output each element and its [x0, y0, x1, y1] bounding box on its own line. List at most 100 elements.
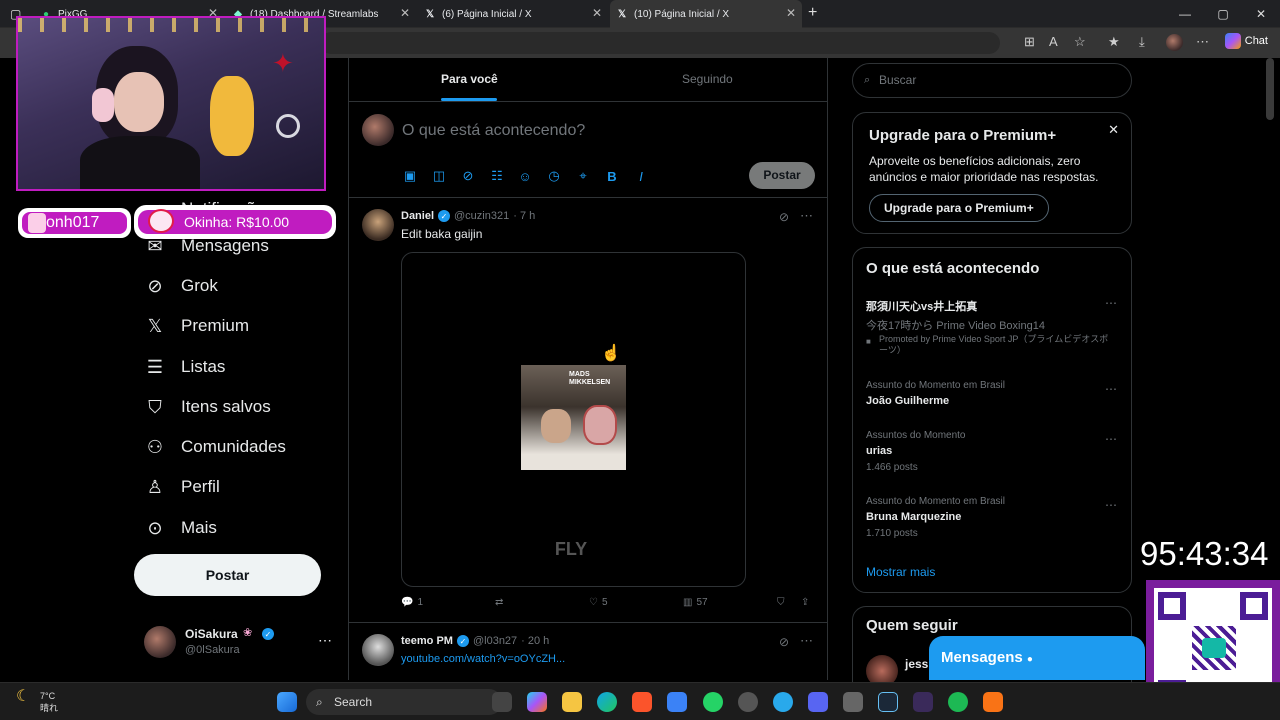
cup-icon	[28, 213, 46, 233]
show-more-link[interactable]: Mostrar mais	[866, 565, 935, 579]
like-button[interactable]: ♡ 5	[589, 597, 608, 608]
x-logo-icon: 𝕏	[147, 315, 163, 336]
close-window-icon[interactable]: ✕	[1242, 0, 1280, 28]
tab-title: (10) Página Inicial / X	[634, 8, 730, 20]
bookmark-button[interactable]: ⛉	[777, 597, 785, 608]
copilot-icon[interactable]	[527, 692, 547, 712]
file-explorer-icon[interactable]	[562, 692, 582, 712]
compose-post-button[interactable]: Postar	[749, 162, 815, 189]
edge-icon[interactable]	[597, 692, 617, 712]
grok-compose-icon[interactable]: ⊘	[460, 168, 476, 184]
profile-avatar[interactable]	[1166, 34, 1183, 51]
trend-item[interactable]: Assunto do Momento em Brasil João Guilhe…	[853, 378, 1131, 412]
nav-lists[interactable]: ☰ Listas	[144, 352, 226, 382]
tab-for-you[interactable]: Para você	[441, 72, 498, 86]
person-icon: ♙	[146, 476, 164, 497]
app-icon[interactable]	[913, 692, 933, 712]
share-button[interactable]: ⇪	[801, 597, 809, 608]
composer-input[interactable]: O que está acontecendo?	[402, 122, 585, 140]
task-view-icon[interactable]	[492, 692, 512, 712]
post-button[interactable]: Postar	[134, 554, 321, 596]
bold-icon[interactable]: B	[604, 168, 620, 184]
italic-icon[interactable]: I	[633, 168, 649, 184]
nav-more[interactable]: ⊙ Mais	[144, 513, 216, 543]
tweet-author: Daniel	[401, 210, 435, 222]
premium-upgrade-button[interactable]: Upgrade para o Premium+	[869, 194, 1049, 222]
emoji-icon[interactable]: ☺	[517, 168, 533, 184]
close-icon[interactable]: ✕	[1108, 122, 1119, 138]
new-tab-icon[interactable]: +	[808, 4, 817, 22]
favorite-star-icon[interactable]: ☆	[1074, 34, 1086, 50]
tweet[interactable]: teemo PM ✓ @l03n27 · 20 h ⊘ ⋯ youtube.co…	[349, 624, 827, 680]
grok-explain-icon[interactable]: ⊘	[779, 210, 789, 224]
gif-icon[interactable]: ◫	[431, 168, 447, 184]
reply-button[interactable]: 💬 1	[401, 597, 423, 608]
media-caption: FLY	[554, 539, 588, 559]
nav-label: Premium	[181, 316, 250, 335]
media-face	[541, 409, 571, 443]
brave-icon[interactable]	[632, 692, 652, 712]
poll-icon[interactable]: ☷	[489, 168, 505, 184]
image-icon[interactable]: ▣	[402, 168, 418, 184]
fairy-lights	[18, 18, 324, 32]
close-tab-icon[interactable]: ✕	[400, 6, 410, 20]
minimize-icon[interactable]: —	[1166, 0, 1204, 28]
account-switcher[interactable]: OiSakura ❀ ✓ @0lSakura ⋯	[144, 624, 336, 664]
close-tab-icon[interactable]: ✕	[592, 6, 602, 20]
follow-suggestion-name[interactable]: jessi	[905, 657, 932, 671]
app-icon[interactable]	[843, 692, 863, 712]
taskbar-search[interactable]: ⌕ Search	[306, 689, 502, 715]
more-menu-icon[interactable]: ⋯	[1196, 34, 1209, 50]
trend-more-icon[interactable]: ⋯	[1105, 296, 1117, 310]
tweet-more-icon[interactable]: ⋯	[800, 208, 813, 224]
obs-icon[interactable]	[738, 692, 758, 712]
spotify-icon[interactable]	[948, 692, 968, 712]
tab-x-home-10[interactable]: 𝕏 (10) Página Inicial / X ✕	[610, 0, 802, 28]
trend-item[interactable]: Assunto do Momento em Brasil Bruna Marqu…	[853, 494, 1131, 542]
close-tab-icon[interactable]: ✕	[786, 6, 796, 20]
tweet-link[interactable]: youtube.com/watch?v=oOYcZH...	[401, 653, 565, 665]
apps-icon[interactable]: ⊞	[1024, 34, 1035, 50]
avatar	[362, 634, 394, 666]
messages-drawer[interactable]: Mensagens ●	[929, 636, 1145, 680]
retweet-button[interactable]: ⇄	[495, 597, 503, 608]
nav-communities[interactable]: ⚇ Comunidades	[144, 432, 286, 462]
location-icon[interactable]: ⌖	[575, 168, 591, 184]
retweet-icon: ⇄	[495, 597, 504, 608]
address-bar[interactable]	[320, 32, 1000, 54]
store-icon[interactable]	[667, 692, 687, 712]
search-input[interactable]: ⌕ Buscar	[852, 63, 1132, 98]
tweet-time: · 20 h	[521, 635, 550, 647]
nav-profile[interactable]: ♙ Perfil	[144, 472, 220, 502]
schedule-icon[interactable]: ◷	[546, 168, 562, 184]
vlc-icon[interactable]	[983, 692, 1003, 712]
copilot-chat-button[interactable]: Chat	[1224, 33, 1268, 49]
tab-x-home-6[interactable]: 𝕏 (6) Página Inicial / X ✕	[418, 0, 608, 28]
nav-grok[interactable]: ⊘ Grok	[144, 271, 217, 301]
favorites-icon[interactable]: ★	[1108, 34, 1120, 50]
tweet-more-icon[interactable]: ⋯	[800, 633, 813, 649]
nav-bookmarks[interactable]: ⛉ Itens salvos	[144, 392, 271, 422]
tweet-handle: @l03n27	[472, 635, 518, 647]
trend-item[interactable]: 那須川天心vs井上拓真 今夜17時から Prime Video Boxing14…	[853, 296, 1131, 362]
tab-following[interactable]: Seguindo	[682, 72, 733, 86]
nav-premium[interactable]: 𝕏 Premium	[144, 311, 249, 341]
page-scrollbar[interactable]	[1266, 58, 1274, 120]
read-aloud-icon[interactable]: A	[1049, 34, 1058, 49]
tweet[interactable]: Daniel ✓ @cuzin321 · 7 h ⊘ ⋯ Edit baka g…	[349, 199, 827, 623]
grok-explain-icon[interactable]: ⊘	[779, 635, 789, 649]
trend-more-icon[interactable]: ⋯	[1105, 432, 1117, 446]
views-button[interactable]: ▥ 57	[683, 597, 708, 608]
start-icon[interactable]	[277, 692, 297, 712]
downloads-icon[interactable]: ⤓	[1139, 34, 1145, 50]
trend-item[interactable]: Assuntos do Momento urias 1.466 posts ⋯	[853, 428, 1131, 476]
maximize-icon[interactable]: ▢	[1204, 0, 1242, 28]
telegram-icon[interactable]	[773, 692, 793, 712]
trend-more-icon[interactable]: ⋯	[1105, 382, 1117, 396]
tweet-media[interactable]: MADS MIKKELSEN ☝	[401, 252, 746, 587]
discord-icon[interactable]	[808, 692, 828, 712]
tweet-handle: @cuzin321	[454, 210, 510, 222]
trend-more-icon[interactable]: ⋯	[1105, 498, 1117, 512]
steam-icon[interactable]	[878, 692, 898, 712]
whatsapp-icon[interactable]	[703, 692, 723, 712]
